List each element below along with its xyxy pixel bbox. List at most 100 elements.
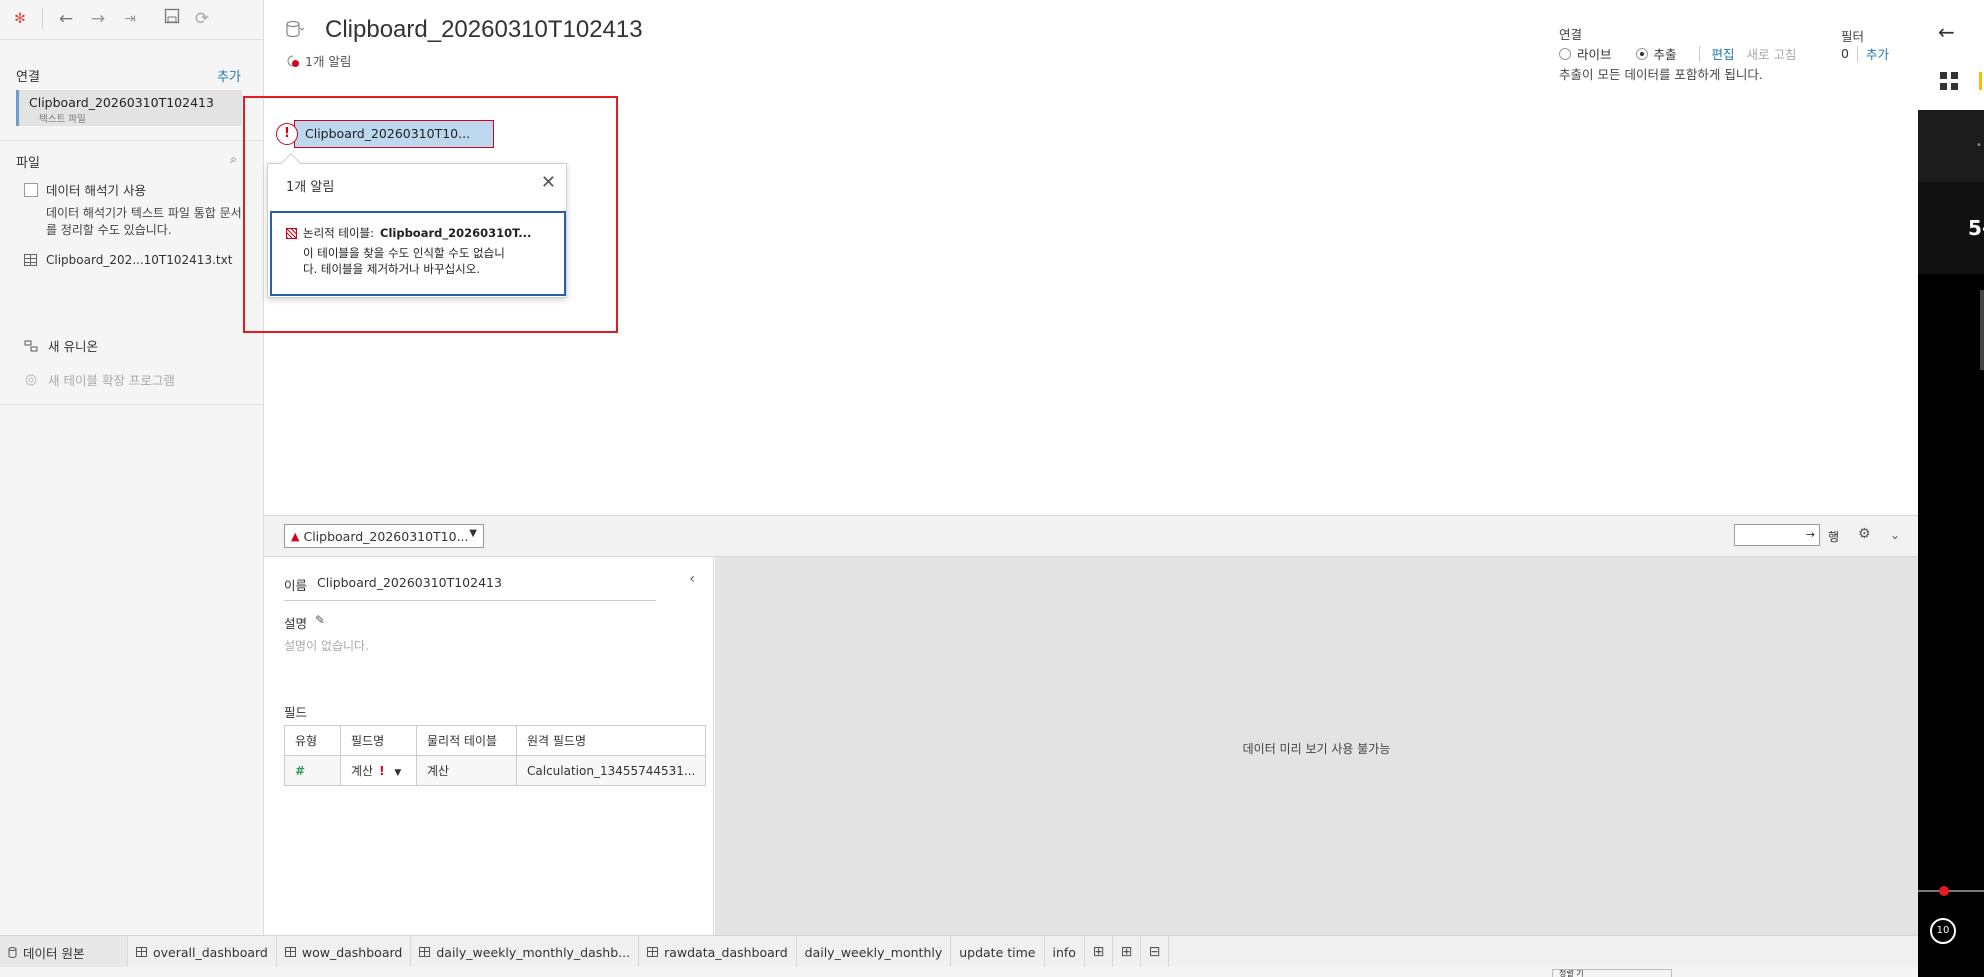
chevron-down-icon[interactable]: ▼ [394,768,401,778]
table-select[interactable]: ▲ Clipboard_20260310T10... ▼ [284,524,484,548]
tab-sheet[interactable]: update time [951,936,1045,968]
chevron-down-icon[interactable]: ⌄ [1890,528,1900,542]
name-label: 이름 [284,578,308,593]
save-icon[interactable] [160,8,184,30]
sidebar: ✻ ← → ⇥ ⟳ 연결 추가 Clipboard_20260310T10241… [0,0,264,935]
interpreter-hint: 데이터 해석기가 텍스트 파일 통합 문서를 정리할 수도 있습니다. [46,206,242,237]
new-extension-label: 새 테이블 확장 프로그램 [48,373,175,388]
apps-grid-icon[interactable] [1940,72,1958,90]
tab-label: overall_dashboard [153,944,268,960]
live-radio[interactable] [1559,47,1571,60]
replay-icon[interactable]: 10 [1930,918,1956,944]
refresh-icon[interactable]: ⟳ [190,8,214,30]
new-dashboard-icon[interactable]: ⊞ [1113,936,1141,968]
connection-type: 텍스트 파일 [39,114,86,125]
back-icon[interactable]: ← [54,8,78,30]
add-connection-link[interactable]: 추가 [217,66,241,85]
remote-field-cell: Calculation_13455744531... [515,755,707,786]
connection-item[interactable]: Clipboard_20260310T102413 텍스트 파일 [16,90,242,126]
redo-icon[interactable]: ⇥ [118,8,142,30]
preview-message: 데이터 미리 보기 사용 불가능 [1242,742,1391,756]
extract-label[interactable]: 추출 [1654,44,1677,63]
database-icon[interactable] [286,20,305,45]
gear-icon[interactable]: ⚙ [1858,526,1871,542]
video-progress[interactable] [1918,890,1984,892]
error-badge[interactable]: ! [276,123,298,145]
toolbar-separator [42,8,43,30]
description-row: 설명 ✎ [284,613,325,632]
files-title: 파일 [16,156,40,171]
tableau-logo-icon[interactable]: ✻ [8,8,32,30]
refresh-link[interactable]: 새로 고침 [1747,44,1797,63]
panel-band: • [1918,110,1984,182]
tab-data-source[interactable]: 데이터 원본 [0,936,128,968]
pencil-icon[interactable]: ✎ [315,613,325,632]
alert-popup: 1개 알림 ✕ 논리적 테이블: Clipboard_20260310T... … [267,153,567,298]
page-title[interactable]: Clipboard_20260310T102413 [325,16,643,44]
edit-link[interactable]: 편집 [1712,44,1735,63]
extract-radio[interactable] [1635,47,1648,60]
new-extension-item[interactable]: 새 테이블 확장 프로그램 [24,370,175,389]
toolbar: ✻ ← → ⇥ ⟳ [0,0,263,40]
number-type-icon[interactable]: # [295,764,305,778]
alert-message[interactable]: 논리적 테이블: Clipboard_20260310T... 이 테이블을 찾… [270,211,566,296]
interpreter-checkbox[interactable] [24,182,38,197]
field-cell[interactable]: 계산! ▼ [340,755,417,786]
tab-label: daily_weekly_monthly_dashb... [436,944,631,960]
separator [1698,45,1700,62]
tab-sheet[interactable]: daily_weekly_monthly_dashb... [411,936,640,968]
progress-handle[interactable] [1939,886,1949,896]
field-name: 계산 [351,764,374,778]
message-prefix: 논리적 테이블: [303,226,375,240]
panel-label: 5- [1968,216,1984,240]
side-panel-top: ← [1918,0,1984,110]
table-pill[interactable]: Clipboard_20260310T10... [294,120,494,148]
sort-select[interactable]: 정렬 기 [1552,969,1672,977]
rows-label: 행 [1828,530,1840,544]
description-empty: 설명이 없습니다. [284,639,369,653]
name-row: 이름 Clipboard_20260310T102413 [284,575,656,601]
new-worksheet-icon[interactable]: ⊞ [1085,936,1113,968]
alert-count: 1개 알림 [305,54,352,69]
live-label[interactable]: 라이브 [1577,44,1612,63]
table-row[interactable]: # 계산! ▼ 계산 Calculation_13455744531... [284,755,707,786]
filter-count: 0 [1841,46,1849,61]
column-header[interactable]: 원격 필드명 [515,725,707,756]
filter-label: 필터 [1841,29,1865,44]
collapse-icon[interactable]: ‹ [689,571,695,587]
file-item[interactable]: Clipboard_202...10T102413.txt [24,253,232,267]
database-icon [8,946,17,958]
message-body: 이 테이블을 찾을 수도 인식할 수도 없습니 다. 테이블을 제거하거나 바꾸… [303,245,552,277]
close-icon[interactable]: ✕ [541,172,556,193]
filter-row: 0 추가 [1841,44,1889,63]
column-header[interactable]: 물리적 테이블 [416,725,517,756]
tab-sheet[interactable]: rawdata_dashboard [639,936,797,968]
new-union-label: 새 유니온 [48,339,98,354]
column-header[interactable]: 유형 [284,725,341,756]
message-table: Clipboard_20260310T... [380,226,532,240]
forward-icon[interactable]: → [86,8,110,30]
logical-table[interactable]: ! Clipboard_20260310T10... [276,120,494,148]
tab-sheet[interactable]: daily_weekly_monthly [797,936,952,968]
interpreter-row[interactable]: 데이터 해석기 사용 [24,180,146,199]
tab-label: update time [959,944,1036,960]
rows-input[interactable]: → [1734,524,1820,546]
table-icon [24,254,37,266]
tab-sheet[interactable]: overall_dashboard [128,936,277,968]
add-filter-link[interactable]: 추가 [1866,44,1889,63]
search-icon[interactable]: ⌕ [230,152,237,167]
new-union-item[interactable]: 새 유니온 [24,336,98,355]
name-value[interactable]: Clipboard_20260310T102413 [317,575,502,594]
scrollbar[interactable] [1980,290,1984,370]
tableau-app: ✻ ← → ⇥ ⟳ 연결 추가 Clipboard_20260310T10241… [0,0,1918,977]
tab-label: daily_weekly_monthly [804,944,943,960]
tab-sheet[interactable]: wow_dashboard [277,936,412,968]
type-cell[interactable]: # [284,755,341,786]
column-header[interactable]: 필드명 [340,725,417,756]
alert-link[interactable]: 1개 알림 [287,51,351,70]
back-icon[interactable]: ← [1938,20,1955,44]
tab-sheet[interactable]: info [1045,936,1085,968]
new-story-icon[interactable]: ⊟ [1141,936,1169,968]
file-item-label: Clipboard_202...10T102413.txt [46,253,233,267]
message-head: 논리적 테이블: Clipboard_20260310T... [286,225,552,241]
